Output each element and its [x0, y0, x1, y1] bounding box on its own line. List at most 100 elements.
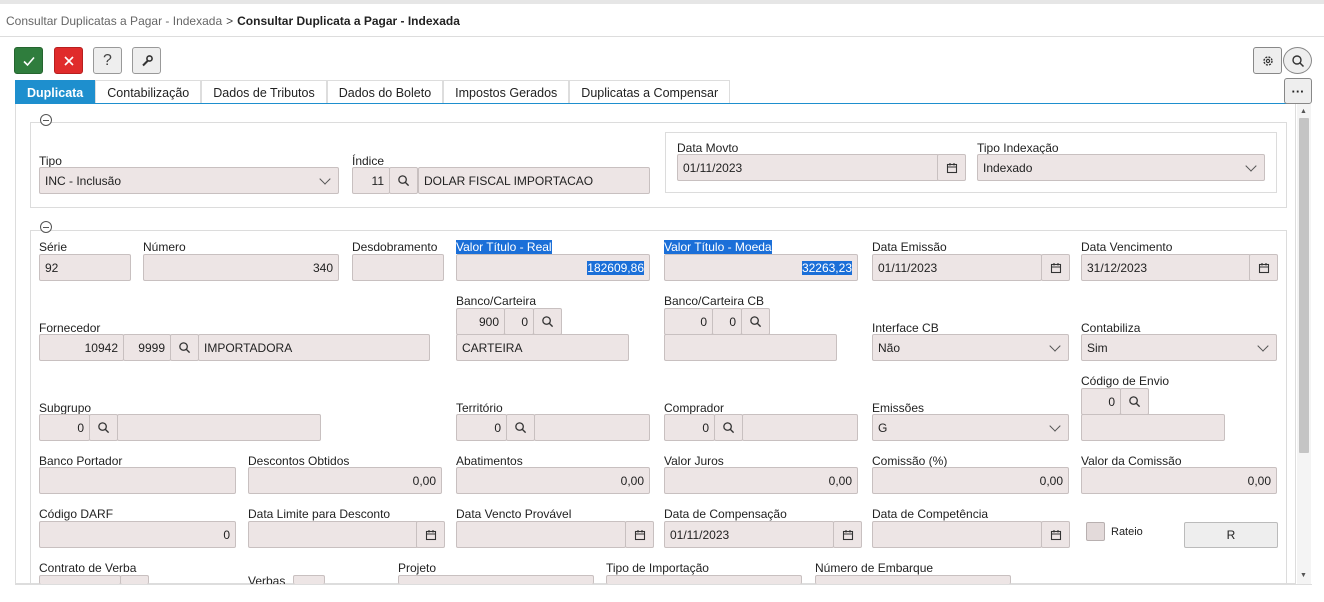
comissao-field[interactable]: 0,00: [872, 467, 1069, 494]
data-movto-calendar-button[interactable]: [937, 154, 966, 181]
scroll-down-icon[interactable]: ▼: [1300, 572, 1307, 579]
codigo-darf-field[interactable]: 0: [39, 521, 236, 548]
tools-button[interactable]: [132, 47, 161, 74]
tipo-select[interactable]: INC - Inclusão: [39, 167, 339, 194]
data-limite-calendar-button[interactable]: [416, 521, 445, 548]
carteira-cb-field[interactable]: 0: [712, 308, 742, 335]
indice-desc-field[interactable]: DOLAR FISCAL IMPORTACAO: [418, 167, 650, 194]
data-vencimento-calendar-button[interactable]: [1249, 254, 1278, 281]
fornecedor-search-button[interactable]: [170, 334, 199, 361]
valor-titulo-real-value: 182609,86: [587, 260, 644, 275]
carteira-field[interactable]: 0: [504, 308, 534, 335]
collapse-icon[interactable]: [40, 114, 52, 126]
data-movto-field[interactable]: 01/11/2023: [677, 154, 939, 181]
data-competencia-calendar-button[interactable]: [1041, 521, 1070, 548]
data-compensacao-field[interactable]: 01/11/2023: [664, 521, 834, 548]
chevron-down-icon: [1049, 339, 1061, 352]
emissoes-value: G: [878, 420, 888, 435]
desdobramento-field[interactable]: [352, 254, 444, 281]
help-button[interactable]: ?: [93, 47, 122, 74]
tab-contabilizacao[interactable]: Contabilização: [95, 80, 202, 104]
tab-duplicatas-compensar[interactable]: Duplicatas a Compensar: [569, 80, 731, 104]
comprador-field[interactable]: 0: [664, 414, 715, 441]
numero-embarque-label: Número de Embarque: [815, 561, 934, 575]
territorio-desc-field[interactable]: [534, 414, 650, 441]
comissao-label: Comissão (%): [872, 454, 948, 468]
cancel-button[interactable]: [54, 47, 83, 74]
tab-dados-boleto[interactable]: Dados do Boleto: [326, 80, 444, 104]
tipo-indexacao-select[interactable]: Indexado: [977, 154, 1265, 181]
scrollbar-thumb[interactable]: [1299, 118, 1309, 453]
subgrupo-field[interactable]: 0: [39, 414, 90, 441]
gear-icon: [1261, 54, 1275, 68]
codigo-envio-desc-field[interactable]: [1081, 414, 1225, 441]
comprador-desc-field[interactable]: [742, 414, 858, 441]
chevron-down-icon: [319, 172, 331, 185]
banco-cb-search-button[interactable]: [741, 308, 770, 335]
data-competencia-field[interactable]: [872, 521, 1042, 548]
subgrupo-search-button[interactable]: [89, 414, 118, 441]
contrato-verba-search-button[interactable]: [120, 575, 149, 584]
valor-titulo-real-field[interactable]: 182609,86: [456, 254, 650, 281]
carteira-cb-name-field[interactable]: [664, 334, 837, 361]
data-emissao-calendar-button[interactable]: [1041, 254, 1070, 281]
valor-comissao-field[interactable]: 0,00: [1081, 467, 1277, 494]
banco-portador-field[interactable]: [39, 467, 236, 494]
emissoes-label: Emissões: [872, 401, 925, 415]
valor-titulo-moeda-label: Valor Título - Moeda: [664, 240, 772, 254]
more-button[interactable]: ···: [1284, 78, 1312, 104]
emissoes-select[interactable]: G: [872, 414, 1069, 441]
contrato-verba-field[interactable]: [39, 575, 121, 584]
banco-field[interactable]: 900: [456, 308, 505, 335]
territorio-field[interactable]: 0: [456, 414, 507, 441]
data-vencto-provavel-label: Data Vencto Provável: [456, 507, 572, 521]
valor-titulo-moeda-field[interactable]: 32263,23: [664, 254, 858, 281]
abatimentos-field[interactable]: 0,00: [456, 467, 650, 494]
descontos-obtidos-field[interactable]: 0,00: [248, 467, 442, 494]
valor-juros-field[interactable]: 0,00: [664, 467, 858, 494]
tab-duplicata[interactable]: Duplicata: [15, 80, 96, 104]
settings-button[interactable]: [1253, 47, 1282, 74]
serie-field[interactable]: 92: [39, 254, 131, 281]
projeto-field[interactable]: [398, 575, 594, 584]
search-button[interactable]: [1283, 47, 1312, 74]
data-compensacao-calendar-button[interactable]: [833, 521, 862, 548]
numero-field[interactable]: 340: [143, 254, 339, 281]
fornecedor-code-field[interactable]: 10942: [39, 334, 124, 361]
carteira-name-field[interactable]: CARTEIRA: [456, 334, 629, 361]
tab-dados-tributos[interactable]: Dados de Tributos: [201, 80, 327, 104]
codigo-envio-field[interactable]: 0: [1081, 388, 1121, 415]
comprador-search-button[interactable]: [714, 414, 743, 441]
scroll-up-icon[interactable]: ▲: [1300, 108, 1307, 115]
indice-search-button[interactable]: [389, 167, 418, 194]
search-icon: [397, 174, 410, 187]
descontos-obtidos-label: Descontos Obtidos: [248, 454, 350, 468]
data-vencimento-field[interactable]: 31/12/2023: [1081, 254, 1251, 281]
territorio-search-button[interactable]: [506, 414, 535, 441]
confirm-button[interactable]: [14, 47, 43, 74]
rateio-checkbox[interactable]: [1086, 522, 1105, 541]
data-movto-label: Data Movto: [677, 141, 739, 155]
tipo-importacao-field[interactable]: [606, 575, 802, 584]
collapse-icon[interactable]: [40, 221, 52, 233]
data-vencto-calendar-button[interactable]: [625, 521, 654, 548]
contabiliza-select[interactable]: Sim: [1081, 334, 1277, 361]
banco-search-button[interactable]: [533, 308, 562, 335]
rateio-button[interactable]: R: [1184, 522, 1278, 548]
subgrupo-desc-field[interactable]: [117, 414, 321, 441]
search-icon: [178, 341, 191, 354]
data-vencto-provavel-field[interactable]: [456, 521, 626, 548]
verbas-button[interactable]: [293, 575, 325, 584]
indice-code-field[interactable]: 11: [352, 167, 390, 194]
numero-embarque-field[interactable]: [815, 575, 1011, 584]
codigo-envio-search-button[interactable]: [1120, 388, 1149, 415]
tipo-importacao-label: Tipo de Importação: [606, 561, 709, 575]
fornecedor-sub-field[interactable]: 9999: [123, 334, 171, 361]
tab-impostos-gerados[interactable]: Impostos Gerados: [443, 80, 570, 104]
data-limite-desconto-field[interactable]: [248, 521, 418, 548]
interface-cb-select[interactable]: Não: [872, 334, 1069, 361]
fornecedor-name-field[interactable]: IMPORTADORA: [198, 334, 430, 361]
banco-cb-field[interactable]: 0: [664, 308, 713, 335]
data-emissao-field[interactable]: 01/11/2023: [872, 254, 1042, 281]
breadcrumb-parent[interactable]: Consultar Duplicatas a Pagar - Indexada: [6, 14, 222, 28]
